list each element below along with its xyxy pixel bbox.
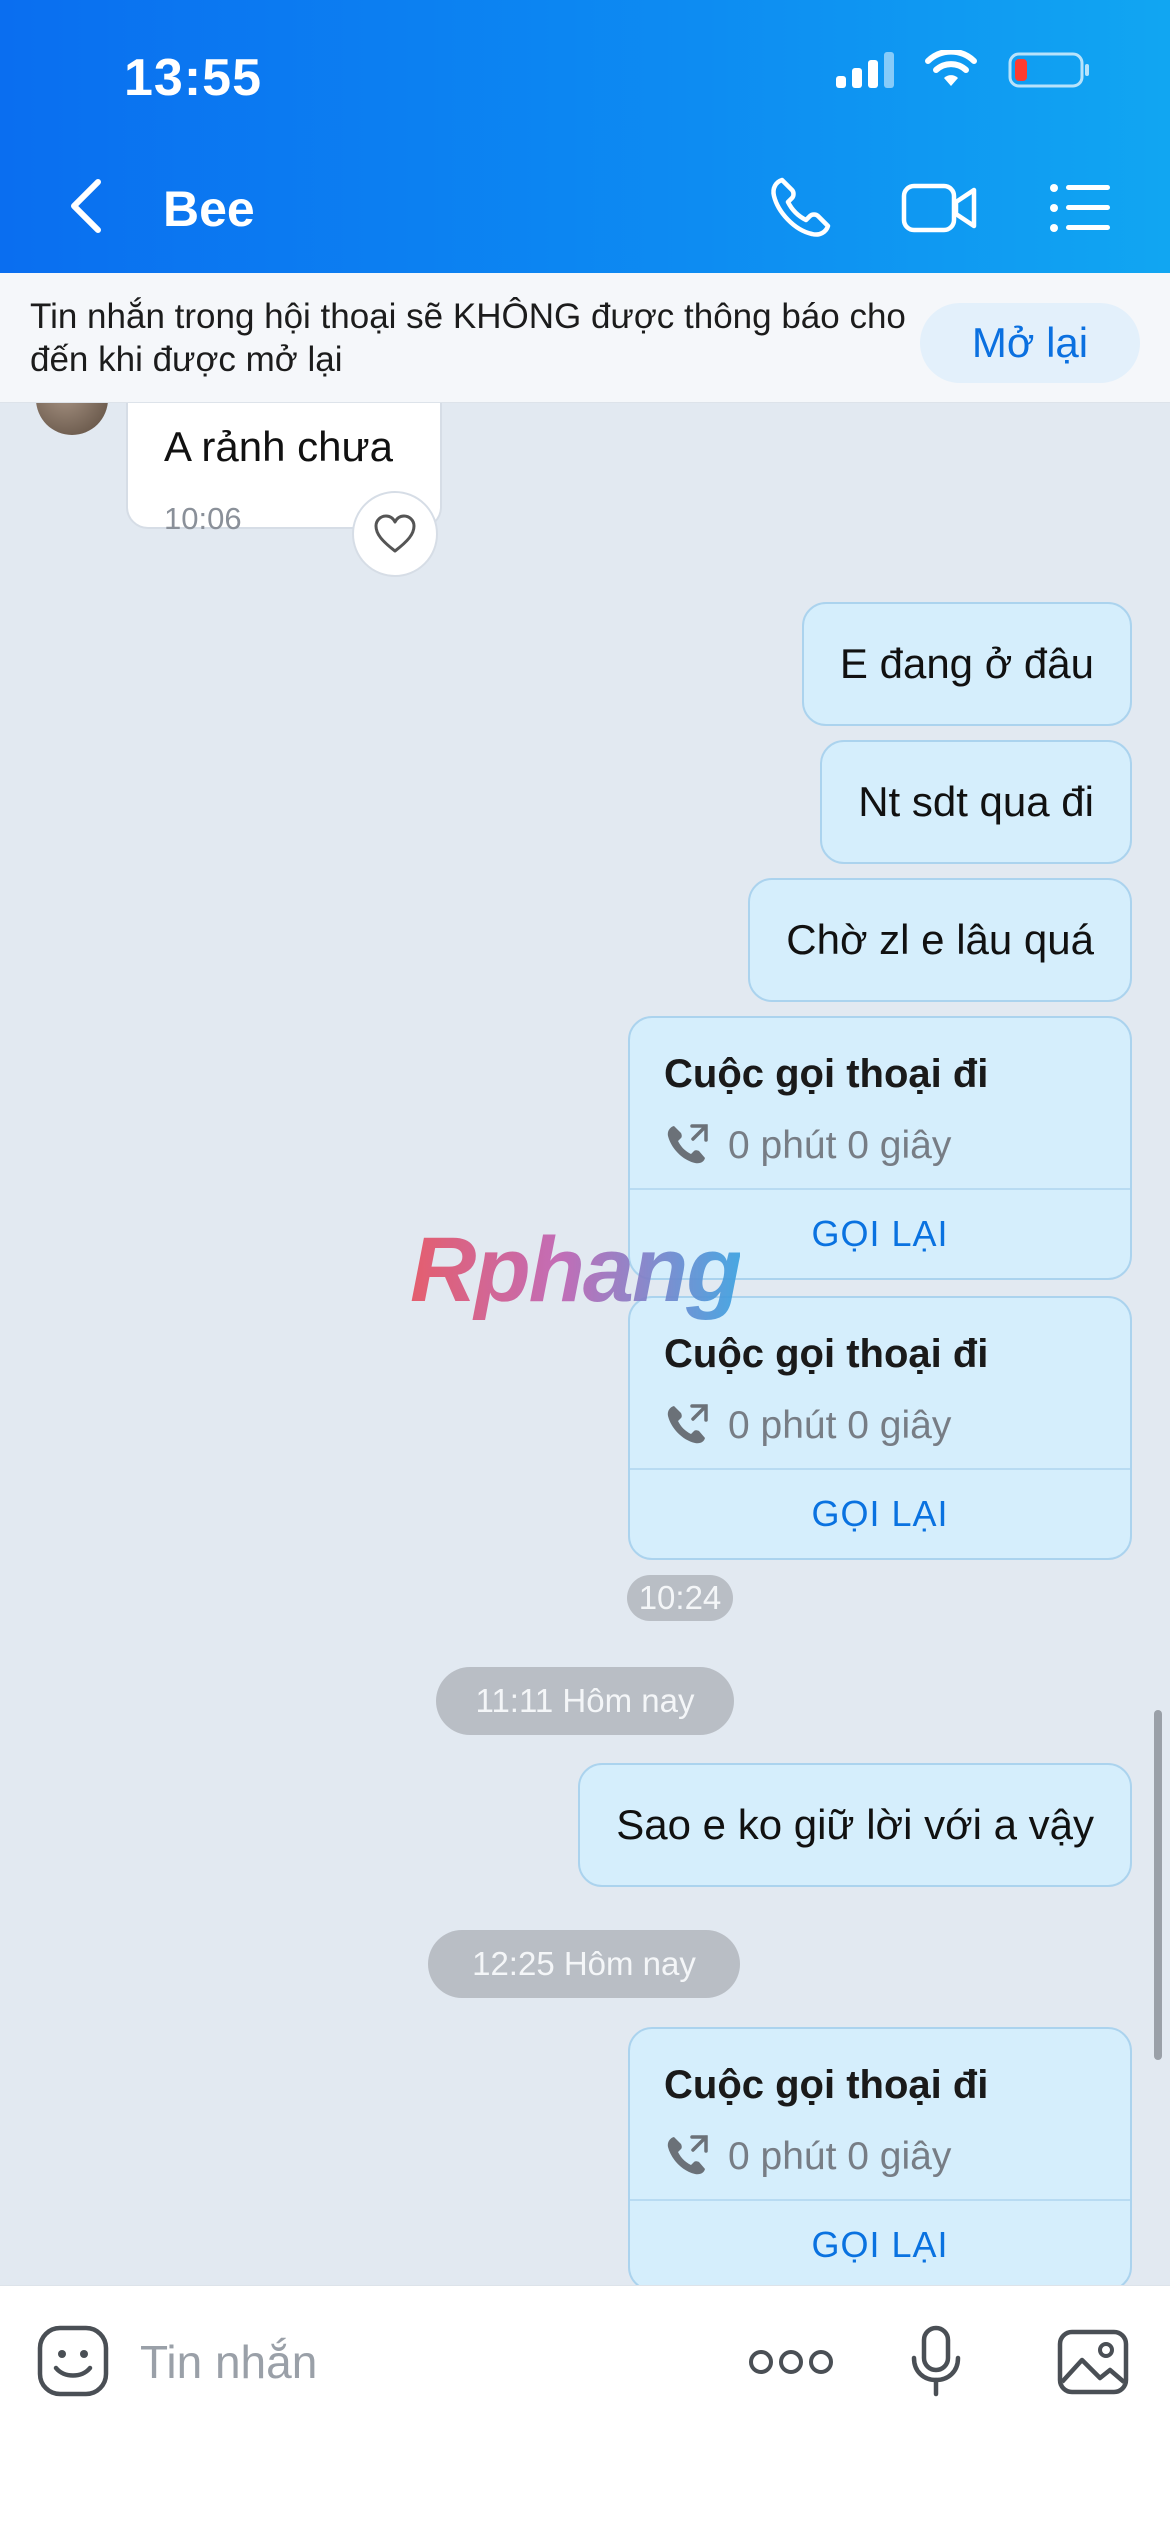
- mute-banner-text: Tin nhắn trong hội thoại sẽ KHÔNG được t…: [30, 297, 906, 379]
- outgoing-message[interactable]: Nt sdt qua đi: [820, 740, 1132, 864]
- call-back-button[interactable]: GỌI LẠI: [630, 2199, 1130, 2285]
- contact-name[interactable]: Bee: [163, 180, 255, 238]
- message-timestamp: 10:24: [627, 1575, 733, 1621]
- date-separator: 11:11 Hôm nay: [436, 1667, 734, 1735]
- call-title: Cuộc gọi thoại đi: [664, 1052, 989, 1096]
- chat-thread[interactable]: A rảnh chưa 10:06 E đang ở đâu Nt sdt qu…: [0, 403, 1170, 2285]
- call-duration: 0 phút 0 giây: [728, 1404, 952, 1447]
- message-text: Nt sdt qua đi: [858, 778, 1094, 825]
- menu-list-icon[interactable]: [1046, 172, 1114, 244]
- message-text: Sao e ko giữ lời với a vậy: [616, 1801, 1094, 1848]
- heart-icon: [374, 514, 416, 553]
- call-title: Cuộc gọi thoại đi: [664, 1332, 989, 1376]
- message-text: E đang ở đâu: [839, 640, 1094, 687]
- outgoing-message[interactable]: Chờ zl e lâu quá: [748, 878, 1132, 1002]
- message-text: A rảnh chưa: [164, 423, 393, 470]
- message-time: 10:06: [164, 501, 242, 536]
- outgoing-call-icon: [667, 1404, 708, 1444]
- cellular-signal-icon: [836, 52, 894, 88]
- wifi-icon: [925, 50, 977, 86]
- avatar[interactable]: [36, 403, 108, 435]
- scrollbar[interactable]: [1154, 1710, 1162, 2060]
- microphone-icon[interactable]: [908, 2324, 964, 2400]
- outgoing-call-card[interactable]: Cuộc gọi thoại đi 0 phút 0 giây GỌI LẠI: [628, 1296, 1132, 1560]
- mute-banner: Tin nhắn trong hội thoại sẽ KHÔNG được t…: [0, 273, 1170, 403]
- image-gallery-icon[interactable]: [1056, 2328, 1130, 2396]
- call-duration: 0 phút 0 giây: [728, 2135, 952, 2178]
- outgoing-message[interactable]: Sao e ko giữ lời với a vậy: [578, 1763, 1132, 1887]
- status-icons: [834, 50, 1092, 90]
- date-separator: 12:25 Hôm nay: [428, 1930, 740, 1998]
- battery-icon: [1008, 52, 1089, 88]
- call-duration: 0 phút 0 giây: [728, 1124, 952, 1167]
- outgoing-message[interactable]: E đang ở đâu: [801, 602, 1132, 726]
- outgoing-call-icon: [667, 1124, 708, 1164]
- watermark-logo: Rphang: [410, 1219, 742, 1321]
- message-text: Chờ zl e lâu quá: [786, 916, 1094, 963]
- react-button[interactable]: [352, 491, 438, 577]
- app-header: 13:55 Bee: [0, 0, 1170, 273]
- reopen-notifications-button[interactable]: Mở lại: [920, 303, 1140, 383]
- status-time: 13:55: [124, 49, 262, 107]
- video-call-icon[interactable]: [900, 172, 980, 244]
- phone-call-icon[interactable]: [764, 172, 836, 244]
- outgoing-call-icon: [667, 2135, 708, 2175]
- back-arrow-icon[interactable]: [60, 176, 112, 236]
- message-input[interactable]: [140, 2326, 700, 2398]
- call-title: Cuộc gọi thoại đi: [664, 2063, 989, 2107]
- more-options-icon[interactable]: [748, 2342, 834, 2382]
- outgoing-call-card[interactable]: Cuộc gọi thoại đi 0 phút 0 giây GỌI LẠI: [628, 2027, 1132, 2285]
- sticker-emoji-icon[interactable]: [36, 2324, 110, 2398]
- call-back-button[interactable]: GỌI LẠI: [630, 1468, 1130, 1560]
- message-composer: [0, 2285, 1170, 2532]
